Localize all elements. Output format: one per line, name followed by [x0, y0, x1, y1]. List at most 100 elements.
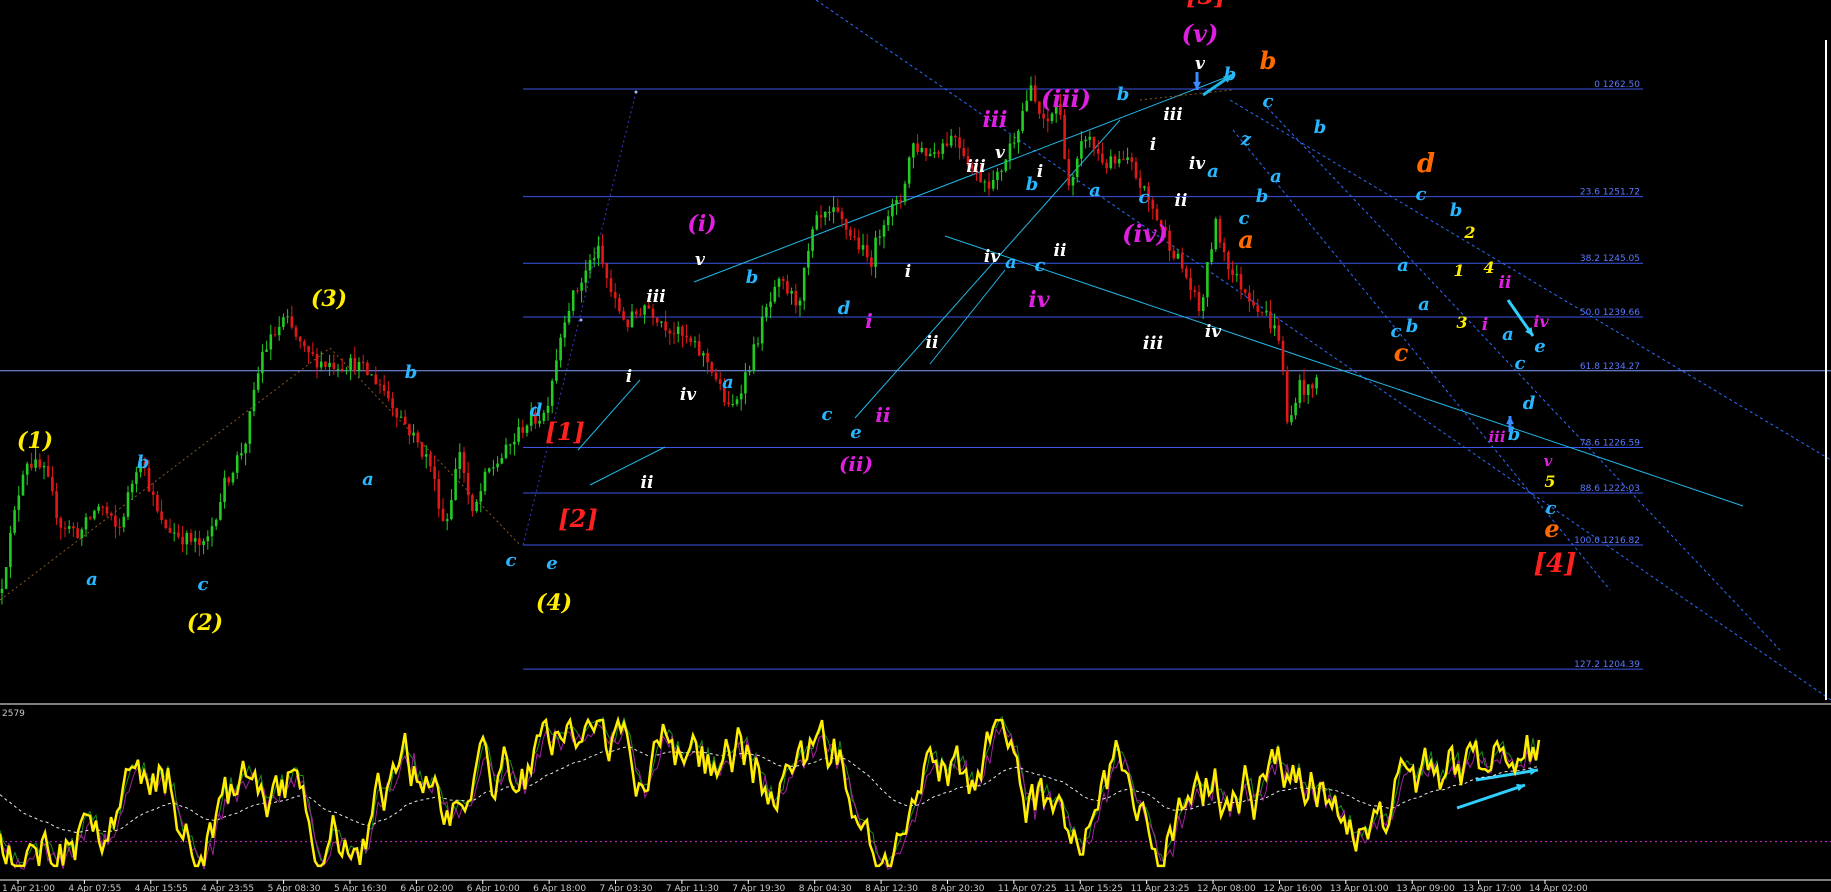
wave-label: a	[1089, 180, 1101, 201]
wave-label: b	[1450, 200, 1463, 221]
candle-body	[634, 311, 638, 315]
candle-body	[361, 361, 365, 363]
wave-label: c	[1263, 91, 1274, 112]
candle-body	[1096, 148, 1100, 154]
wave-label: b	[1117, 84, 1130, 105]
candle-body	[802, 267, 806, 301]
wave-label: ii	[926, 333, 939, 353]
time-label: 1 Apr 21:00	[2, 884, 55, 892]
wave-label: iii	[966, 157, 985, 177]
fib-level-label: 61.8 1234.27	[1580, 362, 1640, 372]
chart-background	[0, 0, 1831, 892]
wave-label: iv	[1028, 287, 1049, 313]
wave-label: a	[1502, 324, 1514, 345]
candle-body	[1122, 159, 1125, 161]
candle-body	[794, 291, 798, 306]
fib-level-label: 0 1262.50	[1594, 80, 1640, 90]
candle-body	[1012, 142, 1016, 144]
candle-body	[1214, 218, 1218, 250]
candle-body	[895, 199, 898, 205]
candle-body	[13, 509, 16, 533]
candle-body	[1180, 253, 1184, 269]
candle-body	[59, 518, 63, 528]
candle-body	[118, 526, 121, 528]
wave-label: (iv)	[1122, 219, 1168, 248]
wave-label: a	[1418, 294, 1430, 315]
candle-body	[735, 399, 739, 405]
candle-body	[991, 179, 995, 189]
candle-body	[597, 245, 600, 259]
wave-label: z	[1240, 129, 1252, 150]
wave-label: ii	[1175, 191, 1188, 211]
candle-body	[1210, 249, 1213, 263]
candle-body	[1197, 292, 1201, 312]
candle-body	[580, 282, 583, 291]
candle-body	[592, 258, 596, 261]
wave-label: d	[838, 298, 851, 319]
time-label: 5 Apr 16:30	[334, 884, 387, 892]
candle-body	[248, 411, 252, 444]
wave-label: a	[722, 372, 734, 393]
wave-label: a	[86, 569, 98, 590]
wave-label: b	[1256, 186, 1269, 207]
candle-body	[815, 215, 819, 230]
wave-label: c	[1394, 338, 1409, 367]
wave-label: [1]	[545, 417, 584, 446]
candle-body	[1000, 170, 1003, 172]
wave-label: 5	[1544, 472, 1555, 491]
candle-body	[328, 362, 331, 368]
wave-label: 1	[1453, 261, 1464, 280]
candle-body	[349, 358, 352, 370]
anchor-point	[579, 318, 583, 322]
candle-body	[202, 541, 205, 546]
wave-label: [2]	[558, 504, 597, 533]
candle-body	[1071, 177, 1075, 186]
candle-body	[601, 245, 604, 264]
time-label: 8 Apr 20:30	[931, 884, 984, 892]
candle-body	[273, 334, 277, 336]
candle-body	[681, 326, 684, 336]
candle-body	[420, 442, 424, 457]
candle-body	[945, 143, 949, 146]
wave-label: b	[137, 452, 150, 473]
candle-body	[399, 416, 403, 418]
wave-label: ii	[1499, 273, 1512, 293]
candle-body	[466, 473, 470, 496]
candle-body	[1290, 415, 1293, 423]
wave-label: a	[1270, 166, 1282, 187]
candle-body	[256, 373, 260, 390]
candle-body	[949, 135, 953, 146]
candle-body	[500, 458, 504, 464]
fib-level-label: 50.0 1239.66	[1580, 308, 1640, 318]
candle-body	[702, 353, 705, 356]
candle-body	[1273, 325, 1276, 329]
candle-body	[857, 237, 861, 250]
candle-body	[214, 519, 218, 527]
candle-body	[1021, 111, 1024, 131]
candle-body	[340, 368, 344, 371]
candle-body	[168, 528, 172, 533]
candle-body	[391, 398, 394, 409]
candle-body	[319, 361, 323, 368]
candle-body	[84, 517, 88, 530]
candle-body	[315, 353, 319, 368]
candle-body	[1243, 289, 1247, 293]
time-label: 7 Apr 11:30	[666, 884, 719, 892]
candle-body	[1311, 384, 1314, 389]
candle-body	[546, 405, 550, 413]
time-label: 7 Apr 19:30	[732, 884, 785, 892]
wave-label: c	[822, 404, 833, 425]
candle-body	[1235, 274, 1239, 276]
candle-body	[244, 443, 247, 454]
candle-body	[353, 358, 357, 372]
candle-body	[987, 181, 991, 189]
candle-body	[886, 216, 890, 226]
wave-label: a	[1397, 255, 1409, 276]
candle-body	[135, 472, 138, 484]
candle-body	[1302, 380, 1306, 396]
candle-body	[269, 334, 273, 350]
candle-body	[1109, 156, 1113, 169]
candle-body	[357, 361, 361, 372]
candle-body	[55, 491, 58, 519]
fib-level-label: 38.2 1245.05	[1580, 254, 1640, 264]
